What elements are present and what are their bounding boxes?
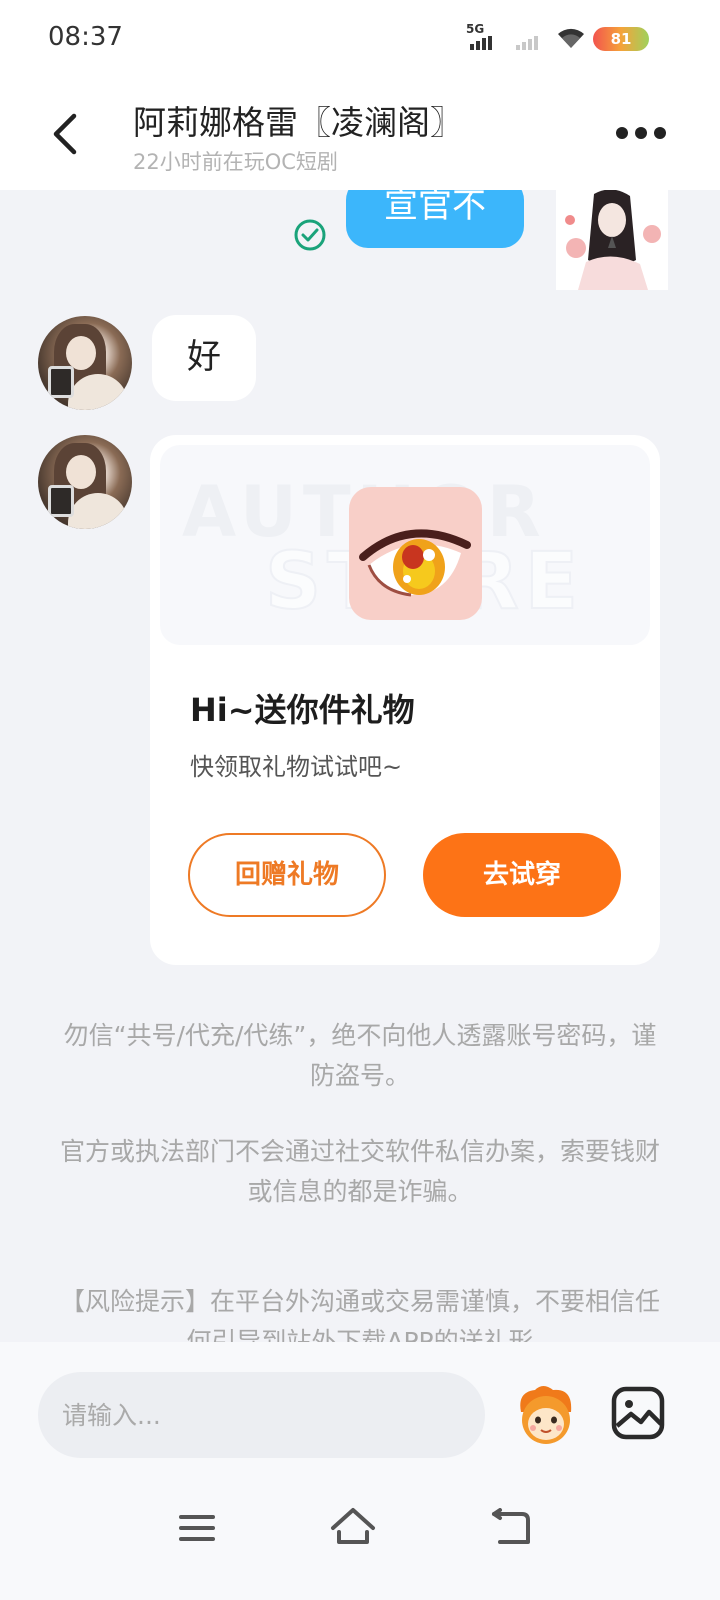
status-time: 08:37 [48, 22, 123, 52]
cellular-signal-icon [516, 34, 544, 50]
try-on-button[interactable]: 去试穿 [423, 833, 621, 917]
sent-message-bubble[interactable]: 宣官不 [346, 190, 524, 248]
chevron-left-icon[interactable] [46, 112, 86, 156]
contact-status: 22小时前在玩OC短剧 [133, 150, 338, 174]
cellular-5g-icon: 5G [466, 22, 500, 50]
home-icon[interactable] [330, 1506, 376, 1546]
image-icon[interactable] [611, 1386, 665, 1440]
self-avatar[interactable] [556, 190, 668, 290]
gift-card[interactable]: AUTHOR STORE Hi~送你件礼物 [150, 435, 660, 965]
avatar[interactable] [38, 316, 132, 410]
gift-card-title: Hi~送你件礼物 [190, 691, 415, 729]
mascot-emoji-icon[interactable] [513, 1382, 579, 1448]
message-input[interactable] [38, 1372, 485, 1458]
gift-banner: AUTHOR STORE [160, 445, 650, 645]
eye-icon [359, 529, 471, 597]
more-dots-icon[interactable] [616, 118, 666, 148]
safety-notice: 官方或执法部门不会通过社交软件私信办案，索要钱财或信息的都是诈骗。 [60, 1137, 661, 1206]
risk-notice: 【风险提示】在平台外沟通或交易需谨慎，不要相信任何引导到站外下载APP的送礼形 [60, 1287, 661, 1342]
status-bar: 08:37 5G 81 [0, 0, 720, 78]
chat-header: 阿莉娜格雷〖凌澜阁〗 22小时前在玩OC短剧 [0, 78, 720, 190]
contact-name: 阿莉娜格雷〖凌澜阁〗 [133, 103, 463, 142]
return-gift-button[interactable]: 回赠礼物 [188, 833, 386, 917]
gift-card-description: 快领取礼物试试吧~ [190, 753, 403, 781]
wifi-icon [558, 28, 584, 48]
back-nav-icon[interactable] [490, 1508, 532, 1546]
menu-icon[interactable] [178, 1512, 216, 1544]
chat-screen: 08:37 5G 81 阿莉娜格雷〖凌澜阁〗 22小时前在玩OC短剧 宣官不 好… [0, 0, 720, 1600]
check-circle-icon [294, 219, 326, 251]
system-nav-bar [0, 1472, 720, 1600]
gift-eye-image [349, 487, 482, 620]
received-message-bubble[interactable]: 好 [152, 315, 256, 401]
network-type-label: 5G [466, 22, 485, 36]
safety-notice: 勿信“共号/代充/代练”，绝不向他人透露账号密码，谨防盗号。 [63, 1021, 657, 1090]
battery-indicator: 81 [593, 27, 649, 51]
input-bar [0, 1342, 720, 1472]
avatar[interactable] [38, 435, 132, 529]
message-list[interactable]: 宣官不 好 AUTHOR STORE [0, 190, 720, 1342]
